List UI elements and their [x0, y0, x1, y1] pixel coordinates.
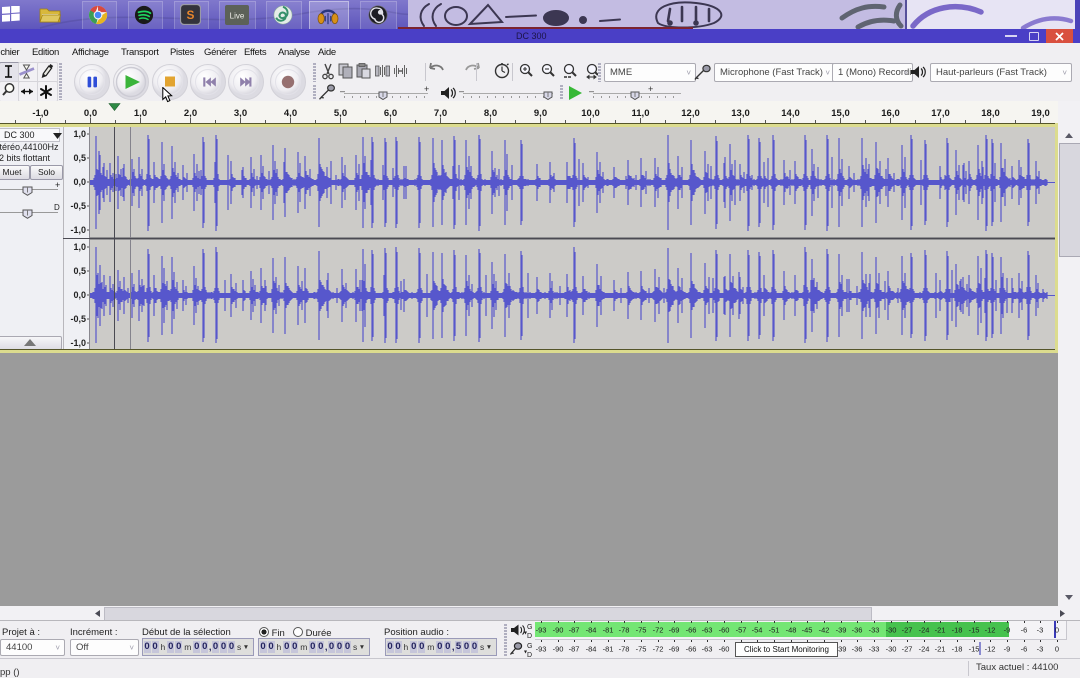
svg-text:1,0: 1,0: [73, 129, 86, 139]
svg-text:14,0: 14,0: [781, 108, 800, 119]
svg-text:11,0: 11,0: [632, 108, 650, 119]
svg-text:8,0: 8,0: [484, 108, 497, 119]
svg-text:7,0: 7,0: [434, 108, 447, 119]
svg-text:15,0: 15,0: [831, 108, 850, 119]
svg-text:S: S: [187, 8, 195, 22]
svg-text:0,5: 0,5: [73, 266, 86, 276]
svg-text:9,0: 9,0: [534, 108, 547, 119]
svg-text:0,0: 0,0: [73, 177, 86, 187]
svg-text:12,0: 12,0: [681, 108, 700, 119]
svg-text:1,0: 1,0: [73, 242, 86, 252]
svg-text:6,0: 6,0: [384, 108, 397, 119]
svg-text:4,0: 4,0: [284, 108, 297, 119]
svg-text:-0,5: -0,5: [70, 314, 86, 324]
svg-text:Live: Live: [230, 12, 245, 21]
svg-text:19,0: 19,0: [1031, 108, 1050, 119]
svg-text:5,0: 5,0: [334, 108, 347, 119]
svg-text:-1,0: -1,0: [70, 225, 86, 235]
svg-text:17,0: 17,0: [931, 108, 950, 119]
svg-text:D: D: [527, 633, 532, 640]
svg-text:18,0: 18,0: [981, 108, 1000, 119]
svg-text:13,0: 13,0: [731, 108, 750, 119]
svg-text:10,0: 10,0: [581, 108, 600, 119]
svg-text:G: G: [527, 624, 532, 631]
svg-text:-1,0: -1,0: [32, 108, 48, 119]
svg-text:-0,5: -0,5: [70, 201, 86, 211]
svg-text:0,0: 0,0: [84, 108, 97, 119]
svg-text:-1,0: -1,0: [70, 338, 86, 348]
svg-text:0,0: 0,0: [73, 290, 86, 300]
svg-text:1,0: 1,0: [134, 108, 147, 119]
svg-text:3,0: 3,0: [234, 108, 247, 119]
svg-text:0,5: 0,5: [73, 153, 86, 163]
svg-text:16,0: 16,0: [881, 108, 900, 119]
svg-text:G: G: [527, 643, 532, 650]
svg-text:2,0: 2,0: [184, 108, 197, 119]
